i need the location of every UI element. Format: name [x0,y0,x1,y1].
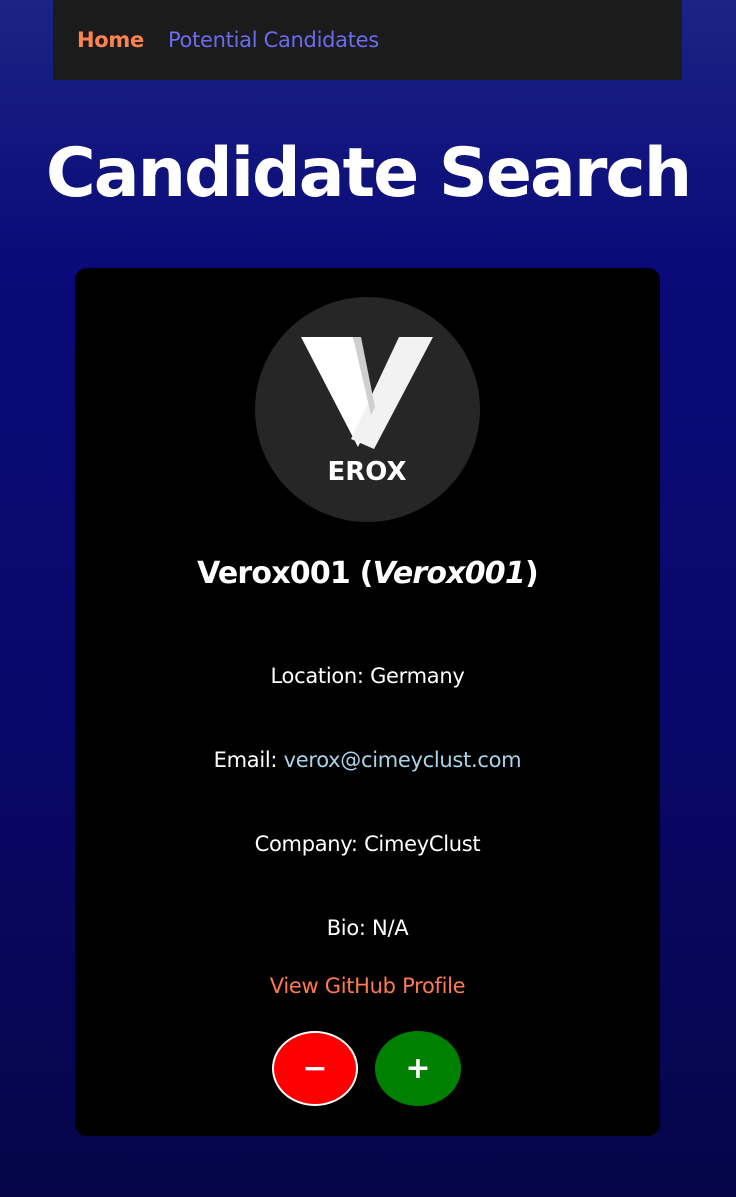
company-value: CimeyClust [364,832,481,856]
nav-potential-candidates-link[interactable]: Potential Candidates [168,28,379,52]
email-label: Email: [213,748,284,772]
candidate-name: Verox001 (Verox001) [197,556,539,591]
candidate-company: Company: CimeyClust [75,832,660,856]
verox-logo-icon: EROX [301,337,433,487]
candidate-email: Email: verox@cimeyclust.com [75,748,660,772]
nav-home-link[interactable]: Home [77,28,144,52]
save-candidate-button[interactable]: + [375,1031,461,1106]
candidate-login: Verox001 [372,556,526,591]
avatar: EROX [255,297,480,522]
location-value: Germany [370,664,465,688]
candidate-card: EROX Verox001 (Verox001) Location: Germa… [75,268,660,1136]
page-title: Candidate Search [45,134,692,213]
candidate-display-name: Verox001 [197,556,351,591]
bio-value: N/A [372,916,409,940]
bio-label: Bio: [326,916,373,940]
reject-candidate-button[interactable]: − [272,1031,358,1106]
view-github-profile-link[interactable]: View GitHub Profile [75,974,660,998]
candidate-bio: Bio: N/A [75,916,660,940]
avatar-logo-text: EROX [327,457,406,487]
navbar: Home Potential Candidates [53,0,682,80]
company-label: Company: [254,832,365,856]
candidate-location: Location: Germany [75,664,660,688]
location-label: Location: [270,664,371,688]
email-link[interactable]: verox@cimeyclust.com [284,748,522,772]
